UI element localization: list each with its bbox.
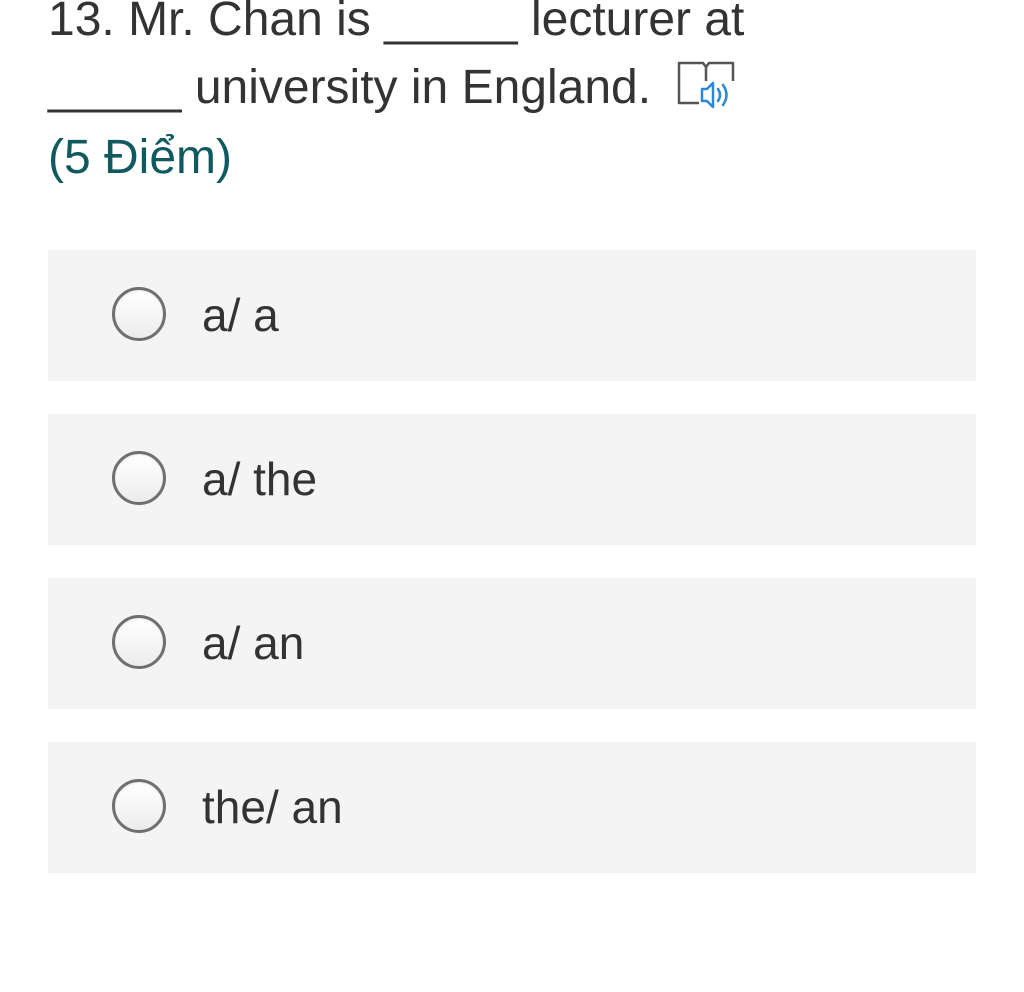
answer-option-label: a/ an <box>202 617 305 669</box>
question-text: 13. Mr. Chan is _____ lecturer at _____ … <box>48 0 888 122</box>
immersive-reader-button[interactable] <box>673 55 739 114</box>
answer-option-2[interactable]: a/ the <box>48 414 976 545</box>
answer-option-4[interactable]: the/ an <box>48 742 976 873</box>
answer-option-label: a/ the <box>202 453 318 505</box>
question-line-1: 13. Mr. Chan is _____ lecturer at <box>48 0 745 46</box>
radio-button[interactable] <box>112 615 166 669</box>
quiz-page: 13. Mr. Chan is _____ lecturer at _____ … <box>0 0 1024 992</box>
question-points: (5 Điểm) <box>48 131 233 184</box>
question-line-2-row: _____ university in England. <box>48 54 888 122</box>
radio-button[interactable] <box>112 287 166 341</box>
immersive-reader-icon <box>677 62 738 114</box>
answer-option-3[interactable]: a/ an <box>48 578 976 709</box>
answer-option-label: a/ a <box>202 289 279 341</box>
radio-button[interactable] <box>112 451 166 505</box>
answer-option-1[interactable]: a/ a <box>48 250 976 381</box>
radio-button[interactable] <box>112 779 166 833</box>
answer-option-label: the/ an <box>202 781 343 833</box>
answer-options: a/ a a/ the a/ an the/ an <box>48 250 976 906</box>
question-line-2: _____ university in England. <box>48 61 652 114</box>
